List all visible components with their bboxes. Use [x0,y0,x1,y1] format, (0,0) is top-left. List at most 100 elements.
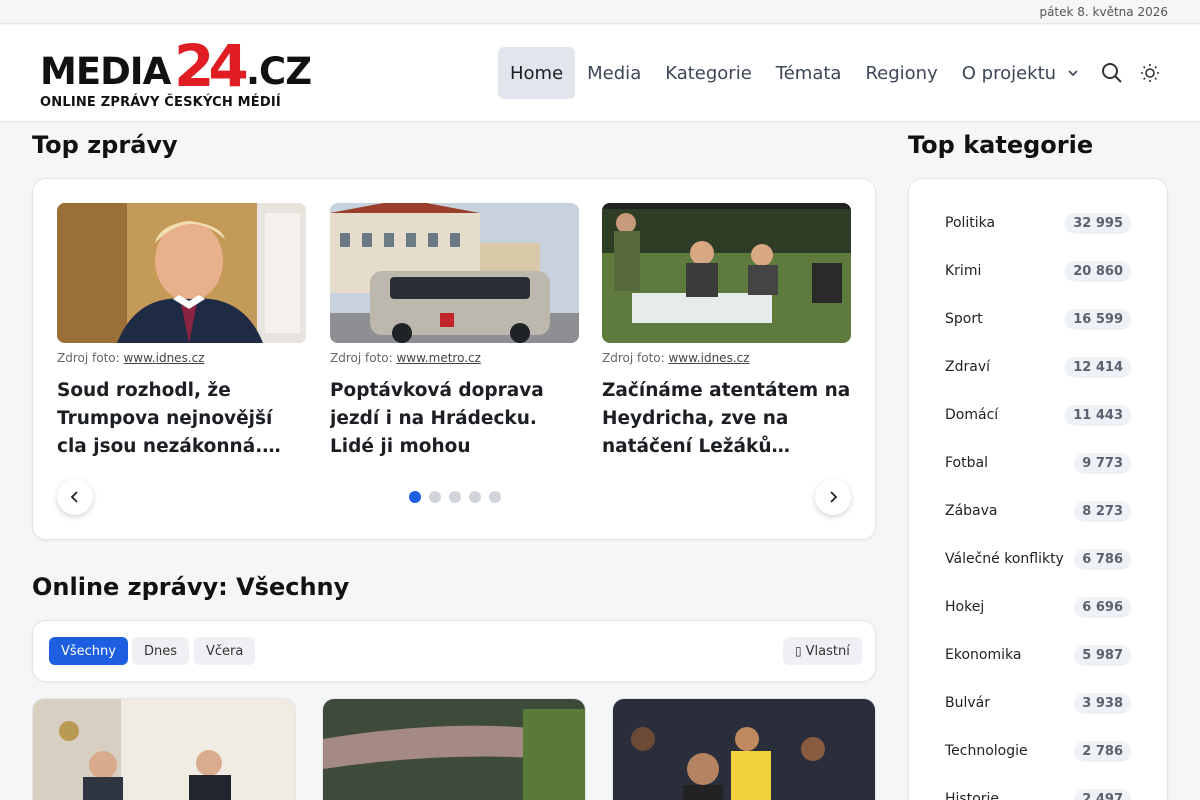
story-card[interactable]: Zdroj foto: www.metro.cz Poptávková dopr… [330,203,579,461]
logo-number: 24 [174,32,249,100]
filter-dnes[interactable]: Dnes [132,637,190,665]
top-categories-heading: Top kategorie [908,131,1094,159]
calendar-icon: ▯ [795,644,802,658]
chevron-right-icon [830,491,838,503]
source-label: Zdroj foto: [330,351,397,365]
story-image[interactable] [330,203,579,343]
story-source: Zdroj foto: www.metro.cz [330,351,579,365]
search-icon[interactable] [1100,61,1124,85]
current-date: pátek 8. května 2026 [1039,4,1168,19]
category-item[interactable]: Historie 2 497 [945,787,1131,800]
source-label: Zdroj foto: [57,351,124,365]
nav-home[interactable]: Home [498,47,576,99]
category-item[interactable]: Sport 16 599 [945,307,1131,331]
carousel-dots [409,491,501,503]
nav-regiony[interactable]: Regiony [853,47,949,99]
news-photo [613,699,875,800]
story-title[interactable]: Začínáme atentátem na Heydricha, zve na … [602,377,851,461]
site-header: MEDIA 24 .CZ ONLINE ZPRÁVY ČESKÝCH MÉDIÍ… [0,25,1200,122]
category-name: Hokej [945,599,985,615]
category-count: 20 860 [1065,260,1131,282]
story-photo [330,203,579,343]
category-count: 11 443 [1065,404,1131,426]
carousel-next-button[interactable] [815,479,851,515]
nav-media[interactable]: Media [575,47,653,99]
filter-vcera[interactable]: Včera [194,637,256,665]
category-count: 2 786 [1074,740,1131,762]
carousel-dot[interactable] [409,491,421,503]
category-item[interactable]: Technologie 2 786 [945,739,1131,763]
filter-custom-button[interactable]: ▯ Vlastní [783,637,862,665]
news-card-image[interactable] [322,698,586,800]
category-item[interactable]: Hokej 6 696 [945,595,1131,619]
carousel-dot[interactable] [469,491,481,503]
news-photo [33,699,295,800]
site-logo[interactable]: MEDIA 24 .CZ ONLINE ZPRÁVY ČESKÝCH MÉDIÍ [40,32,312,113]
nav-kategorie[interactable]: Kategorie [653,47,764,99]
source-label: Zdroj foto: [602,351,669,365]
category-name: Válečné konflikty [945,551,1064,567]
online-news-heading: Online zprávy: Všechny [32,573,350,601]
story-image[interactable] [602,203,851,343]
news-card-image[interactable] [612,698,876,800]
top-bar: pátek 8. května 2026 [0,0,1200,24]
category-item[interactable]: Bulvár 3 938 [945,691,1131,715]
story-title[interactable]: Poptávková doprava jezdí i na Hrádecku. … [330,377,579,461]
story-photo [57,203,306,343]
story-source: Zdroj foto: www.idnes.cz [602,351,851,365]
theme-toggle-icon[interactable] [1140,63,1160,83]
category-name: Krimi [945,263,982,279]
story-photo [602,203,851,343]
story-image[interactable] [57,203,306,343]
category-count: 6 786 [1074,548,1131,570]
category-name: Sport [945,311,983,327]
category-item[interactable]: Válečné konflikty 6 786 [945,547,1131,571]
carousel-dot[interactable] [449,491,461,503]
filter-bar: Všechny Dnes Včera ▯ Vlastní [32,620,876,682]
story-title[interactable]: Soud rozhodl, že Trumpova nejnovější cla… [57,377,306,461]
source-link[interactable]: www.metro.cz [396,351,480,365]
chevron-down-icon [1068,70,1078,77]
nav-temata-label: Témata [775,62,842,84]
category-count: 5 987 [1074,644,1131,666]
category-item[interactable]: Politika 32 995 [945,211,1131,235]
story-card[interactable]: Zdroj foto: www.idnes.cz Soud rozhodl, ž… [57,203,306,461]
main-nav: Home Media Kategorie Témata Regiony O pr… [498,47,1092,99]
category-count: 3 938 [1074,692,1131,714]
category-item[interactable]: Fotbal 9 773 [945,451,1131,475]
logo-tagline: ONLINE ZPRÁVY ČESKÝCH MÉDIÍ [40,95,281,110]
nav-o-projektu-label: O projektu [961,62,1057,84]
top-news-carousel: Zdroj foto: www.idnes.cz Soud rozhodl, ž… [32,178,876,540]
source-link[interactable]: www.idnes.cz [123,351,204,365]
category-name: Zdraví [945,359,990,375]
filter-vsechny[interactable]: Všechny [49,637,128,665]
nav-media-label: Media [587,62,642,84]
news-card-image[interactable] [32,698,296,800]
carousel-dot[interactable] [429,491,441,503]
category-name: Historie [945,791,1000,800]
category-item[interactable]: Krimi 20 860 [945,259,1131,283]
nav-temata[interactable]: Témata [764,47,854,99]
carousel-prev-button[interactable] [57,479,93,515]
nav-kategorie-label: Kategorie [665,62,752,84]
carousel-dot[interactable] [489,491,501,503]
category-item[interactable]: Zdraví 12 414 [945,355,1131,379]
category-name: Politika [945,215,996,231]
news-photo [323,699,585,800]
nav-o-projektu[interactable]: O projektu [950,47,1092,99]
category-item[interactable]: Domácí 11 443 [945,403,1131,427]
story-card[interactable]: Zdroj foto: www.idnes.cz Začínáme atentá… [602,203,851,461]
category-count: 32 995 [1065,212,1131,234]
category-count: 9 773 [1074,452,1131,474]
category-item[interactable]: Ekonomika 5 987 [945,643,1131,667]
source-link[interactable]: www.idnes.cz [668,351,749,365]
category-name: Domácí [945,407,999,423]
category-name: Bulvár [945,695,990,711]
category-count: 2 497 [1074,788,1131,800]
category-item[interactable]: Zábava 8 273 [945,499,1131,523]
top-news-heading: Top zprávy [32,131,178,159]
category-name: Fotbal [945,455,988,471]
logo-main: MEDIA [40,50,171,93]
category-name: Zábava [945,503,998,519]
nav-regiony-label: Regiony [865,62,938,84]
